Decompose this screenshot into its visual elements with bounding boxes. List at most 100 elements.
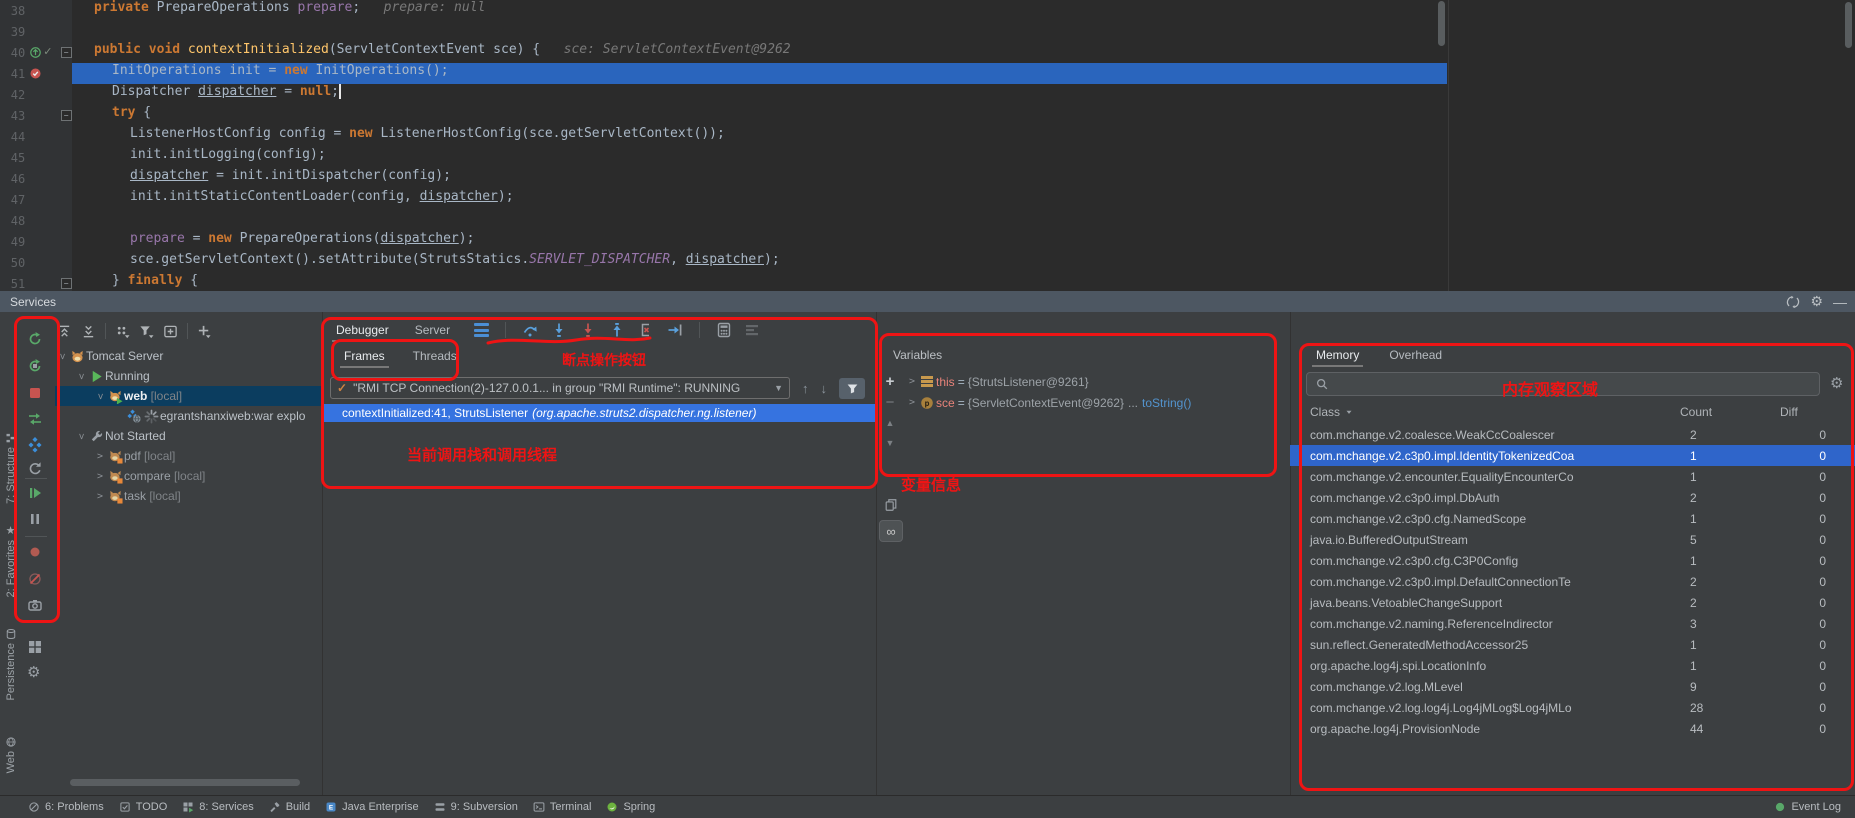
frame-up-icon[interactable]: ↑ xyxy=(802,381,809,396)
memory-row[interactable]: com.mchange.v2.c3p0.impl.IdentityTokeniz… xyxy=(1290,445,1855,466)
memory-row[interactable]: java.io.BufferedOutputStream50 xyxy=(1290,529,1855,550)
frameplus-button[interactable] xyxy=(163,324,178,339)
chevron-down-icon[interactable]: > xyxy=(76,369,87,383)
fold-icon[interactable]: − xyxy=(61,47,72,58)
fold-marker[interactable]: − xyxy=(60,278,72,289)
sidebar-label----structure[interactable]: 7: Structure xyxy=(0,432,21,504)
fold-marker[interactable]: − xyxy=(60,47,72,58)
memory-row[interactable]: com.mchange.v2.encounter.EqualityEncount… xyxy=(1290,466,1855,487)
resume-button[interactable] xyxy=(27,484,45,502)
memory-row[interactable]: com.mchange.v2.log.log4j.Log4jMLog$Log4j… xyxy=(1290,697,1855,718)
groupby-button[interactable] xyxy=(115,324,130,339)
step-into-button[interactable] xyxy=(551,322,567,338)
add-watch-icon[interactable]: + xyxy=(886,376,895,388)
sidebar-label-persistence[interactable]: Persistence xyxy=(0,628,21,700)
run-cursor-button[interactable] xyxy=(667,322,683,338)
column-class[interactable]: Class xyxy=(1290,405,1680,419)
slash-button[interactable] xyxy=(27,570,45,588)
layout-menu-icon[interactable] xyxy=(474,323,489,337)
hotswap-button[interactable] xyxy=(27,436,45,454)
code-line[interactable]: 49prepare = new PrepareOperations(dispat… xyxy=(0,231,1447,252)
memory-row[interactable]: com.mchange.v2.c3p0.impl.DefaultConnecti… xyxy=(1290,571,1855,592)
editor-scrollbar[interactable] xyxy=(1438,1,1445,46)
tab-debugger[interactable]: Debugger xyxy=(330,323,395,337)
tree-item-compare[interactable]: >compare [local] xyxy=(55,466,322,486)
memory-row[interactable]: java.beans.VetoableChangeSupport20 xyxy=(1290,592,1855,613)
variable-row-sce[interactable]: >psce={ServletContextEvent@9262}...toStr… xyxy=(906,393,1191,412)
tab-frames[interactable]: Frames xyxy=(338,349,391,363)
code-line[interactable]: 38private PrepareOperations prepare; pre… xyxy=(0,0,1447,21)
statusbar-item-java-enterprise[interactable]: EJava Enterprise xyxy=(325,801,418,813)
code-line[interactable]: 46dispatcher = init.initDispatcher(confi… xyxy=(0,168,1447,189)
tree-item-not-started[interactable]: >Not Started xyxy=(55,426,322,446)
memory-row[interactable]: org.apache.log4j.ProvisionNode440 xyxy=(1290,718,1855,739)
remove-watch-icon[interactable]: − xyxy=(886,398,895,408)
tree-item-tomcat-server[interactable]: >Tomcat Server xyxy=(55,346,322,366)
tab-server[interactable]: Server xyxy=(409,323,456,337)
code-line[interactable]: 41InitOperations init = new InitOperatio… xyxy=(0,63,1447,84)
fold-icon[interactable]: − xyxy=(61,278,72,289)
watch-return-values-button[interactable]: ∞ xyxy=(879,520,903,542)
addsvc-button[interactable] xyxy=(197,324,212,339)
memory-row[interactable]: com.mchange.v2.log.MLevel90 xyxy=(1290,676,1855,697)
code-line[interactable]: 50sce.getServletContext().setAttribute(S… xyxy=(0,252,1447,273)
memory-row[interactable]: com.mchange.v2.c3p0.cfg.C3P0Config10 xyxy=(1290,550,1855,571)
hide-library-frames-toggle[interactable] xyxy=(839,378,865,399)
statusbar-item-event-log[interactable]: Event Log xyxy=(1774,801,1841,813)
variable-row-this[interactable]: >this={StrutsListener@9261} xyxy=(906,372,1089,391)
thread-dropdown[interactable]: ✓ "RMI TCP Connection(2)-127.0.0.1... in… xyxy=(330,377,790,399)
float-window-icon[interactable] xyxy=(1786,295,1800,309)
mute-button[interactable] xyxy=(27,543,45,561)
column-count[interactable]: Count xyxy=(1680,405,1780,419)
force-step-button[interactable] xyxy=(580,322,596,338)
code-line[interactable]: 47init.initStaticContentLoader(config, d… xyxy=(0,189,1447,210)
pause-button[interactable] xyxy=(27,510,45,528)
memory-search-input[interactable] xyxy=(1306,372,1820,396)
statusbar-item-build[interactable]: Build xyxy=(269,801,310,813)
tab-memory[interactable]: Memory xyxy=(1310,348,1365,362)
code-line[interactable]: 45init.initLogging(config); xyxy=(0,147,1447,168)
statusbar-item-todo[interactable]: TODO xyxy=(119,801,168,813)
statusbar-item-spring[interactable]: Spring xyxy=(606,801,655,813)
code-editor[interactable]: 38private PrepareOperations prepare; pre… xyxy=(0,0,1447,291)
evaluate-expression-button[interactable] xyxy=(716,322,732,338)
camera-button[interactable] xyxy=(27,596,45,614)
editor-right-scrollbar[interactable] xyxy=(1845,2,1852,48)
collapse-all-button[interactable] xyxy=(81,324,96,339)
chevron-right-icon[interactable]: > xyxy=(93,491,107,502)
chevron-right-icon[interactable]: > xyxy=(93,471,107,482)
refresh-button[interactable] xyxy=(27,460,45,478)
code-line[interactable]: 48 xyxy=(0,210,1447,231)
rerun-button[interactable] xyxy=(27,330,45,348)
tree-item-task[interactable]: >task [local] xyxy=(55,486,322,506)
statusbar-item-8--services[interactable]: 8: Services xyxy=(182,801,253,813)
fold-icon[interactable]: − xyxy=(61,110,72,121)
memory-row[interactable]: com.mchange.v2.c3p0.impl.DbAuth20 xyxy=(1290,487,1855,508)
memory-row[interactable]: com.mchange.v2.naming.ReferenceIndirecto… xyxy=(1290,613,1855,634)
stop-button[interactable] xyxy=(27,384,45,402)
sidebar-label----favorites[interactable]: ★2: Favorites xyxy=(0,524,21,597)
memory-settings-icon[interactable]: ⚙ xyxy=(1830,376,1843,391)
memory-row[interactable]: com.mchange.v2.c3p0.cfg.NamedScope10 xyxy=(1290,508,1855,529)
stack-frame-row[interactable]: contextInitialized:41, StrutsListener (o… xyxy=(322,404,876,422)
chevron-right-icon[interactable]: > xyxy=(906,376,918,387)
chevron-right-icon[interactable]: > xyxy=(93,451,107,462)
hide-panel-icon[interactable]: — xyxy=(1833,294,1847,310)
scroll-up-icon[interactable]: ▲ xyxy=(886,418,895,428)
sidebar-label-web[interactable]: Web xyxy=(0,736,21,773)
fold-marker[interactable]: − xyxy=(60,110,72,121)
statusbar-item-9--subversion[interactable]: 9: Subversion xyxy=(434,801,518,813)
divider[interactable] xyxy=(322,312,323,795)
memory-row[interactable]: sun.reflect.GeneratedMethodAccessor2510 xyxy=(1290,634,1855,655)
tree-item-pdf[interactable]: >pdf [local] xyxy=(55,446,322,466)
filter-sm-button[interactable] xyxy=(139,324,154,339)
tab-overhead[interactable]: Overhead xyxy=(1383,348,1448,362)
chevron-down-icon[interactable]: > xyxy=(57,349,68,363)
memory-row[interactable]: org.apache.log4j.spi.LocationInfo10 xyxy=(1290,655,1855,676)
gear-button[interactable]: ⚙ xyxy=(27,664,45,682)
breakpoint-icon[interactable] xyxy=(29,67,42,80)
tree-item-web[interactable]: >web [local] xyxy=(55,386,322,406)
step-out-button[interactable] xyxy=(609,322,625,338)
code-line[interactable]: 42Dispatcher dispatcher = null; xyxy=(0,84,1447,105)
code-line[interactable]: 44ListenerHostConfig config = new Listen… xyxy=(0,126,1447,147)
